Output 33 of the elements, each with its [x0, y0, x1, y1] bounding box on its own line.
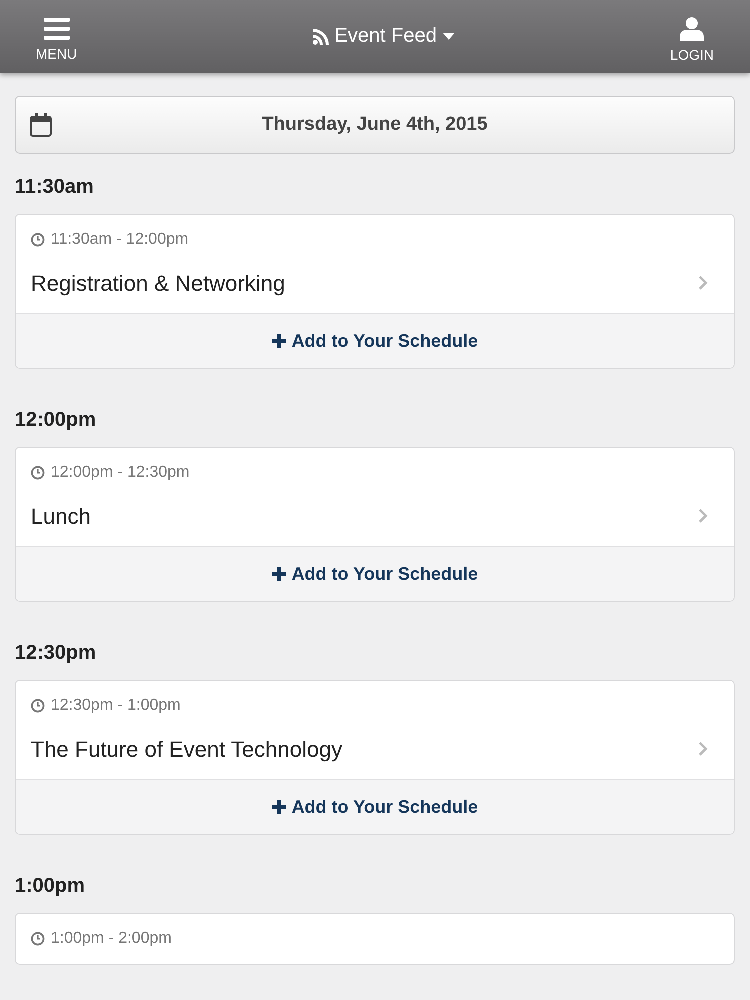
time-heading: 12:30pm — [15, 642, 98, 665]
plus-icon — [272, 567, 286, 581]
plus-icon — [272, 800, 286, 814]
chevron-icon — [698, 508, 708, 524]
session-time: 12:00pm - 12:30pm — [51, 464, 190, 482]
clock-icon — [31, 699, 45, 713]
menu-icon — [44, 18, 70, 40]
caret-icon — [442, 33, 455, 40]
calendar-icon — [30, 113, 52, 137]
session-title[interactable]: The Future of Event Technology — [31, 737, 719, 763]
add-to-schedule-button[interactable]: Add to Your Schedule — [16, 313, 734, 368]
clock-icon — [31, 233, 45, 247]
feed-dropdown[interactable]: Event Feed — [312, 25, 455, 48]
user-icon — [680, 16, 704, 40]
login-button[interactable]: LOGIN — [670, 16, 714, 62]
clock-icon — [31, 466, 45, 480]
session-time: 12:30pm - 1:00pm — [51, 697, 181, 715]
date-picker-button[interactable]: Thursday, June 4th, 2015 — [15, 96, 735, 154]
time-heading: 12:00pm — [15, 409, 98, 432]
menu-button[interactable]: MENU — [36, 18, 78, 62]
rss-icon — [312, 28, 329, 44]
add-to-schedule-button[interactable]: Add to Your Schedule — [16, 779, 734, 834]
session-time: 1:00pm - 2:00pm — [51, 930, 172, 948]
session-time: 11:30am - 12:00pm — [51, 231, 189, 249]
chevron-icon — [698, 275, 708, 291]
add-to-schedule-button[interactable]: Add to Your Schedule — [16, 546, 734, 601]
time-heading: 11:30am — [15, 176, 95, 199]
plus-icon — [272, 334, 286, 348]
session-title[interactable]: Lunch — [31, 504, 719, 530]
time-heading: 1:00pm — [15, 875, 86, 898]
chevron-icon — [698, 741, 708, 757]
session-title[interactable]: Registration & Networking — [31, 271, 719, 297]
clock-icon — [31, 932, 45, 946]
